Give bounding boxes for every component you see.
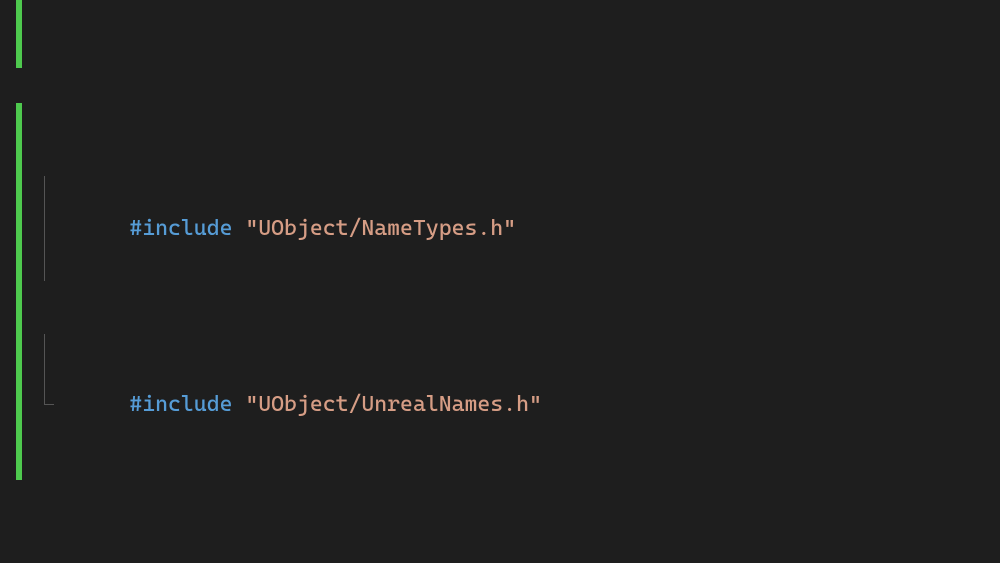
bracket-guide <box>44 334 45 404</box>
code-line[interactable]: #include "UObject/NameTypes.h" <box>14 211 1000 246</box>
preprocessor-directive: #include <box>129 216 232 241</box>
include-path: "UObject/UnrealNames.h" <box>245 392 541 417</box>
include-path: "UObject/NameTypes.h" <box>245 216 516 241</box>
gutter <box>14 334 44 475</box>
diff-indicator-bar <box>16 0 22 68</box>
gutter <box>14 176 44 282</box>
preprocessor-directive: #include <box>129 392 232 417</box>
code-line[interactable]: #include "UObject/UnrealNames.h" <box>14 387 1000 422</box>
bracket-guide <box>44 176 45 282</box>
code-editor[interactable]: #include "UObject/NameTypes.h" #include … <box>0 0 1000 563</box>
bracket-guide-end <box>44 404 54 405</box>
